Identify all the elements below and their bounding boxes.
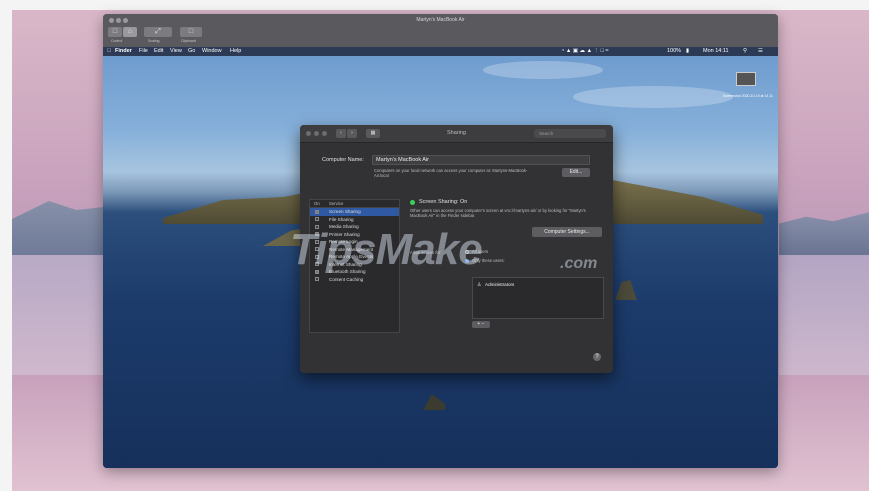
background-water-left <box>12 255 104 375</box>
toolbar-label-clipboard: Clipboard <box>181 39 196 43</box>
watermark-suffix: .com <box>560 255 598 272</box>
header-on: On <box>314 201 320 206</box>
sharing-status: Screen Sharing: On <box>419 199 468 205</box>
menu-view[interactable]: View <box>170 47 182 56</box>
menu-edit[interactable]: Edit <box>154 47 163 56</box>
status-indicator <box>410 200 415 205</box>
service-checkbox[interactable] <box>315 277 319 281</box>
services-list-header: On Service <box>310 200 399 208</box>
scale-icon[interactable]: ⤢ <box>144 27 172 37</box>
clipboard-icon[interactable]: □ <box>180 27 202 37</box>
watermark-logo: TipsMake <box>290 225 483 274</box>
computer-name-label: Computer Name: <box>322 157 364 163</box>
screenshot-file-icon[interactable] <box>736 72 756 86</box>
computer-name-description: Computers on your local network can acce… <box>374 168 528 178</box>
toolbar-label-scaling: Scaling <box>148 39 160 43</box>
service-checkbox[interactable] <box>315 217 319 221</box>
menu-clock[interactable]: Mon 14:11 <box>703 47 729 56</box>
home-icon[interactable]: ⌂ <box>123 27 137 37</box>
service-checkbox[interactable] <box>315 209 319 214</box>
menu-file[interactable]: File <box>139 47 148 56</box>
battery-icon[interactable]: ▮ <box>686 47 689 56</box>
viewer-titlebar: Martyn's MacBook Air □ ⌂ ⤢ □ Control Sca… <box>103 14 778 47</box>
service-row[interactable]: Screen Sharing <box>310 208 399 216</box>
menu-finder[interactable]: Finder <box>115 47 132 56</box>
users-list[interactable]: ♙ Administrators <box>472 277 604 319</box>
island-rock <box>423 394 445 410</box>
search-input[interactable]: Search <box>534 129 606 138</box>
sharing-description: Other users can access your computer's s… <box>410 208 586 218</box>
cloud <box>483 61 603 79</box>
computer-name-value: Martyn's MacBook Air <box>376 157 430 163</box>
prefs-titlebar: ‹ › ▦ Sharing Search <box>300 125 613 143</box>
menu-help[interactable]: Help <box>230 47 241 56</box>
service-row[interactable]: File Sharing <box>310 216 399 224</box>
computer-name-field[interactable]: Martyn's MacBook Air <box>372 155 590 165</box>
status-icons[interactable]: ◔ ▲ ▣ ☁ ▲ ⋮ □ ≈ <box>561 47 608 56</box>
cloud <box>573 86 733 108</box>
control-mode-button[interactable]: □ <box>108 27 122 37</box>
viewer-title: Martyn's MacBook Air <box>416 17 465 23</box>
screenshot-file-label[interactable]: Screenshot 2020-10-19 at 14.11 <box>723 94 773 98</box>
user-list-item[interactable]: Administrators <box>485 282 514 287</box>
apple-menu-icon[interactable]:  <box>107 47 111 56</box>
toolbar-label-control: Control <box>111 39 123 43</box>
computer-settings-button[interactable]: Computer Settings... <box>532 227 602 237</box>
search-placeholder: Search <box>539 131 554 136</box>
control-center-icon[interactable]: ☰ <box>758 47 763 56</box>
header-service: Service <box>329 201 344 206</box>
island-rock <box>615 280 637 300</box>
spotlight-search-icon[interactable]: ⚲ <box>743 47 747 56</box>
add-remove-buttons[interactable]: + − <box>472 321 490 328</box>
edit-button[interactable]: Edit... <box>562 168 590 177</box>
battery-percent[interactable]: 100% <box>667 47 681 56</box>
mac-menu-bar:  Finder File Edit View Go Window Help ◔… <box>103 47 778 56</box>
service-name: File Sharing <box>329 216 354 222</box>
menu-window[interactable]: Window <box>202 47 222 56</box>
menu-go[interactable]: Go <box>188 47 195 56</box>
service-name: Screen Sharing <box>329 209 361 214</box>
group-icon: ♙ <box>477 282 482 288</box>
help-button[interactable]: ? <box>593 353 601 361</box>
service-row[interactable]: Content Caching <box>310 276 399 284</box>
background-water-right <box>779 255 869 375</box>
service-name: Content Caching <box>329 276 364 282</box>
